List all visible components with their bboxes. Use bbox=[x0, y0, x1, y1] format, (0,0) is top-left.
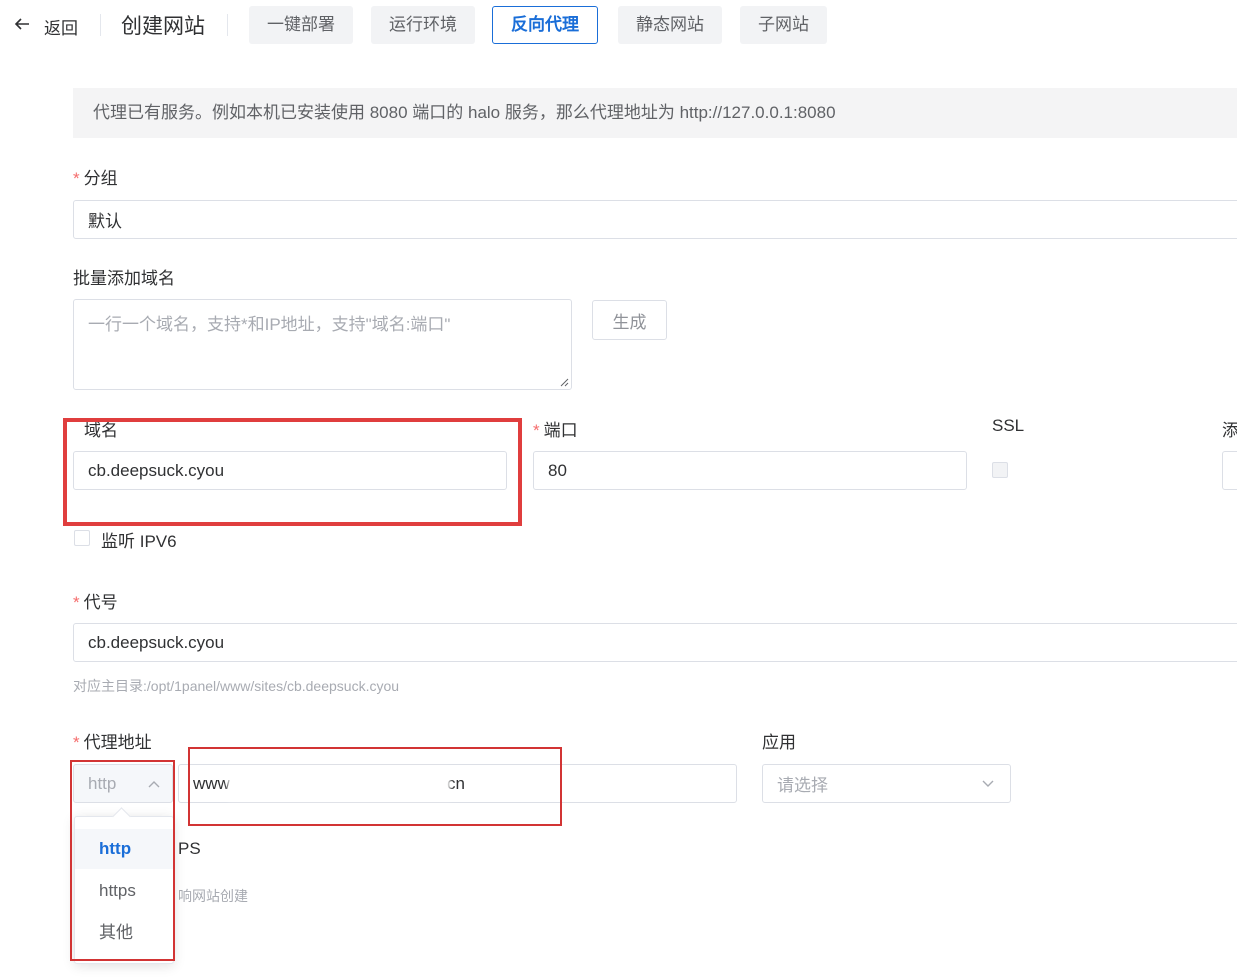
tab-sub-site[interactable]: 子网站 bbox=[740, 6, 827, 44]
tab-reverse-proxy[interactable]: 反向代理 bbox=[492, 6, 598, 44]
https-option-label: PS bbox=[178, 839, 201, 858]
alias-label: * 代号 bbox=[73, 593, 118, 612]
ssl-checkbox[interactable] bbox=[992, 462, 1008, 478]
port-label: * 端口 bbox=[533, 421, 578, 440]
group-label: * 分组 bbox=[73, 169, 118, 188]
ipv6-checkbox[interactable] bbox=[74, 530, 90, 546]
tab-static-site[interactable]: 静态网站 bbox=[618, 6, 722, 44]
info-alert: 代理已有服务。例如本机已安装使用 8080 端口的 halo 服务，那么代理地址… bbox=[73, 88, 1237, 138]
highlight-box-scheme bbox=[70, 760, 175, 961]
batch-domains-label: 批量添加域名 bbox=[73, 269, 175, 288]
port-input[interactable]: 80 bbox=[533, 451, 967, 490]
add-input[interactable] bbox=[1222, 451, 1237, 490]
highlight-box-domain bbox=[63, 418, 522, 526]
page-title: 创建网站 bbox=[121, 15, 205, 38]
add-label: 添 bbox=[1222, 421, 1237, 440]
required-mark: * bbox=[73, 169, 80, 188]
tab-one-click-deploy[interactable]: 一键部署 bbox=[249, 6, 353, 44]
ssl-label: SSL bbox=[992, 416, 1025, 435]
resize-handle-icon[interactable] bbox=[559, 377, 569, 387]
required-mark: * bbox=[533, 421, 540, 440]
divider bbox=[227, 14, 228, 36]
divider bbox=[100, 14, 101, 36]
alias-input[interactable]: cb.deepsuck.cyou bbox=[73, 623, 1237, 662]
chevron-down-icon bbox=[982, 780, 994, 787]
highlight-box-proxy-address bbox=[188, 747, 562, 826]
batch-domains-textarea[interactable]: 一行一个域名，支持*和IP地址，支持"域名:端口" bbox=[73, 299, 572, 390]
back-arrow-icon[interactable] bbox=[12, 14, 32, 34]
required-mark: * bbox=[73, 733, 80, 752]
proxy-address-label: * 代理地址 bbox=[73, 733, 152, 752]
group-select[interactable]: 默认 bbox=[73, 200, 1237, 239]
app-select[interactable]: 请选择 bbox=[762, 764, 1011, 803]
back-link[interactable]: 返回 bbox=[44, 14, 78, 39]
generate-button[interactable]: 生成 bbox=[592, 300, 667, 340]
app-label: 应用 bbox=[762, 733, 796, 752]
alias-hint: 对应主目录:/opt/1panel/www/sites/cb.deepsuck.… bbox=[73, 678, 400, 694]
required-mark: * bbox=[73, 593, 80, 612]
tab-runtime[interactable]: 运行环境 bbox=[371, 6, 475, 44]
ipv6-label: 监听 IPV6 bbox=[101, 532, 177, 551]
proxy-note-hint: 响网站创建 bbox=[178, 888, 248, 904]
